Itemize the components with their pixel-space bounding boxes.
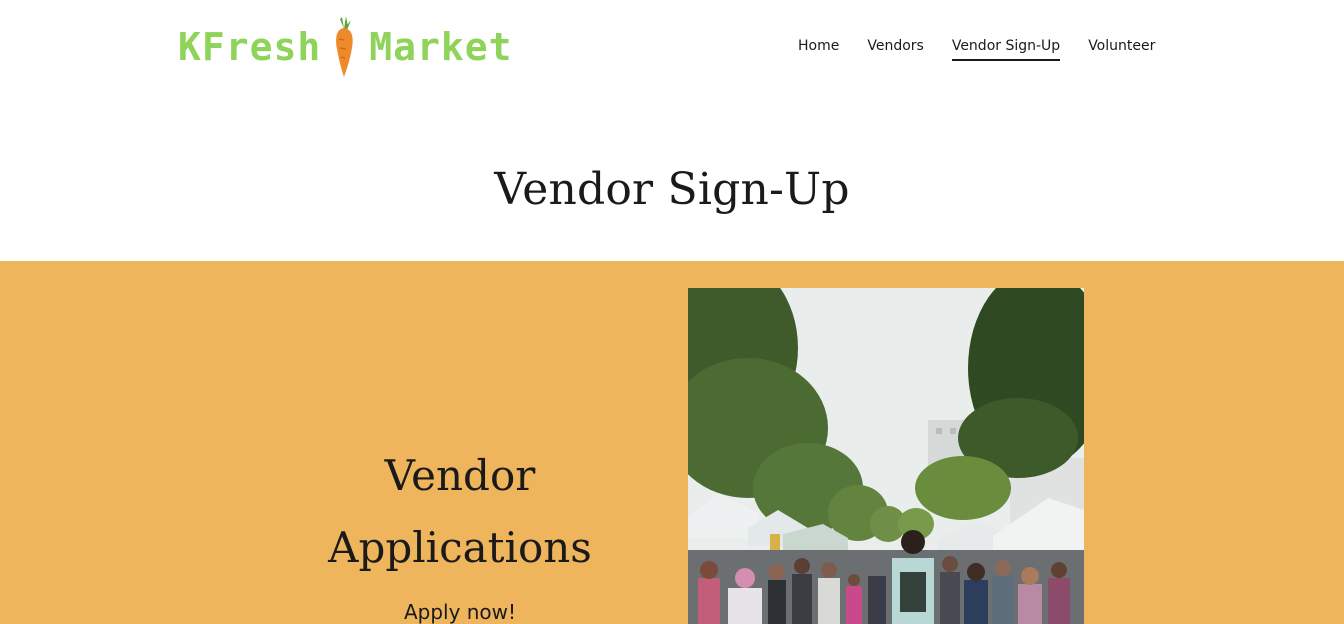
main-nav: Home Vendors Vendor Sign-Up Volunteer <box>798 38 1155 61</box>
vendor-applications-section <box>0 261 1344 624</box>
vendor-applications-heading: Vendor Applications <box>280 440 640 584</box>
nav-vendors[interactable]: Vendors <box>867 38 923 61</box>
nav-vendor-sign-up[interactable]: Vendor Sign-Up <box>951 38 1061 61</box>
page-title: Vendor Sign-Up <box>494 164 850 215</box>
heading-line-1: Vendor <box>384 451 536 500</box>
logo-word-kfresh: KFresh <box>178 25 322 69</box>
apply-now-text: Apply now! <box>403 600 517 624</box>
nav-home[interactable]: Home <box>798 38 839 61</box>
site-header: KFresh Market Home Vendors Vendor Sign-U… <box>0 0 1344 100</box>
market-street-image <box>688 288 1084 624</box>
nav-volunteer[interactable]: Volunteer <box>1088 38 1155 61</box>
market-photo <box>688 288 1084 624</box>
logo-word-market: Market <box>369 25 513 69</box>
carrot-icon <box>336 16 354 77</box>
site-logo[interactable]: KFresh Market <box>178 14 513 80</box>
heading-line-2: Applications <box>328 523 592 572</box>
